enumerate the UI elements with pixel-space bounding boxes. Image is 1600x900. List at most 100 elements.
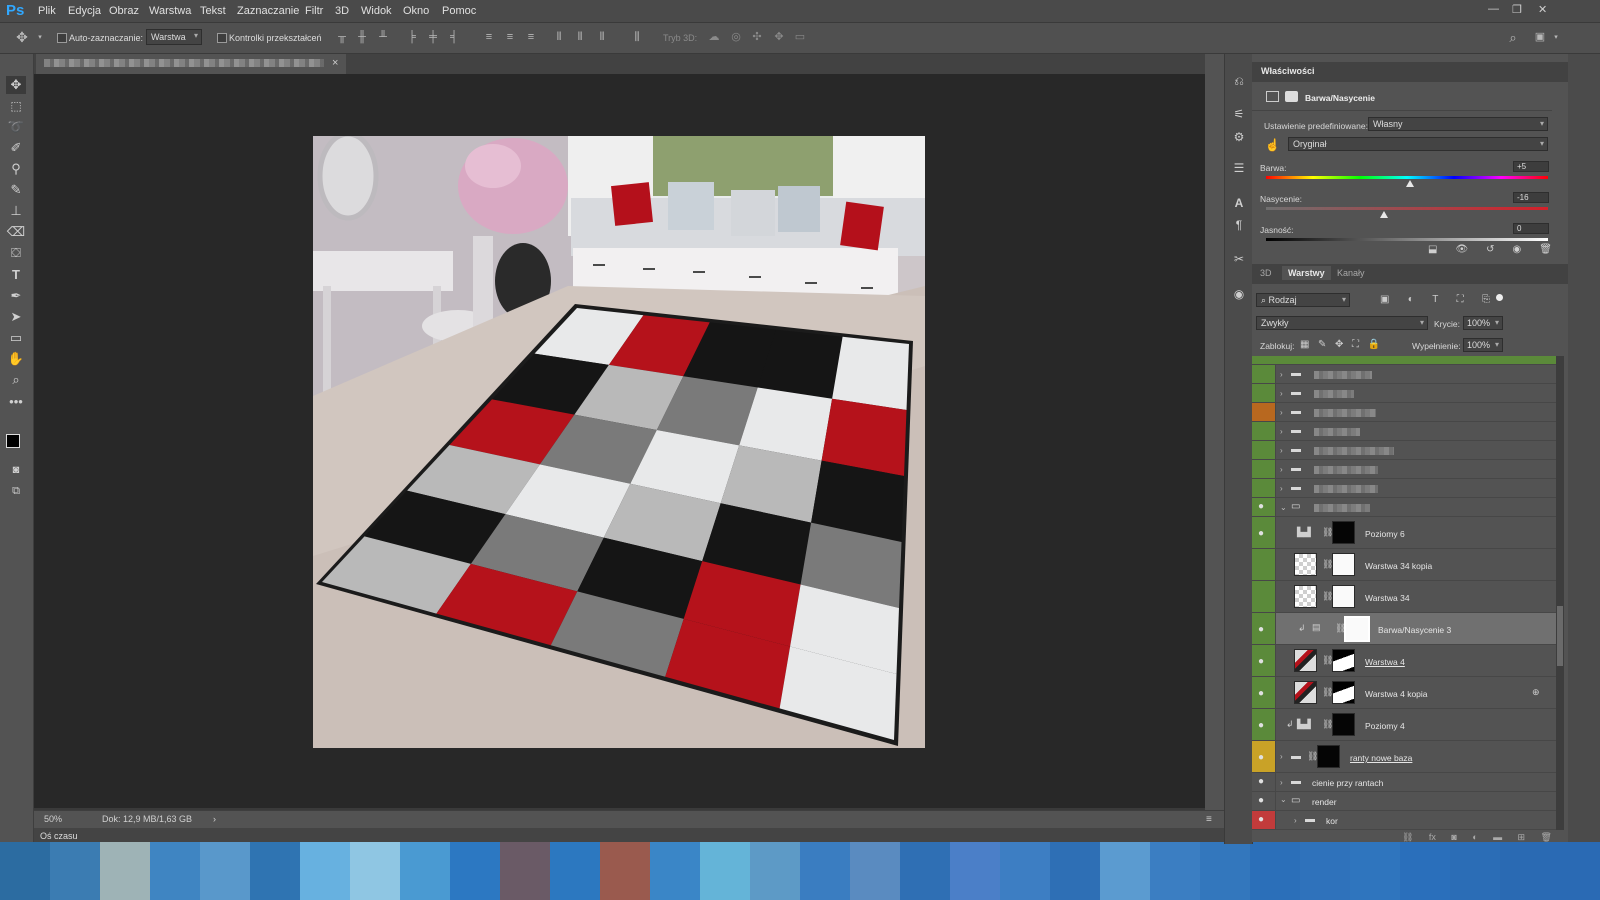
panel-menu-icon[interactable]: ≡ xyxy=(1206,814,1212,825)
status-menu-arrow-icon[interactable]: › xyxy=(213,814,216,824)
layer-label-green[interactable] xyxy=(1252,479,1276,497)
chevron-right-icon[interactable]: › xyxy=(1294,816,1297,825)
layer-row[interactable]: ● ▙▟ ⛓ Poziomy 6 xyxy=(1252,517,1556,549)
layer-mask-thumbnail[interactable] xyxy=(1332,681,1355,704)
fx-icon[interactable]: fx xyxy=(1429,832,1436,843)
lightness-slider[interactable] xyxy=(1266,238,1548,241)
layer-label-none[interactable]: ● xyxy=(1252,773,1276,791)
align-left-icon[interactable]: ╞ xyxy=(406,32,418,43)
layer-label-red[interactable]: ● xyxy=(1252,811,1276,829)
layer-name[interactable]: Warstwa 34 kopia xyxy=(1365,561,1432,571)
tab-channels[interactable]: Kanały xyxy=(1337,268,1365,278)
layer-mask-thumbnail[interactable] xyxy=(1332,585,1355,608)
menu-edycja[interactable]: Edycja xyxy=(68,5,101,17)
layer-row[interactable]: ● ↲ ▙▟ ⛓ Poziomy 4 xyxy=(1252,709,1556,741)
screen-mode-icon[interactable]: ⧉ xyxy=(6,482,26,500)
eye-icon[interactable]: ● xyxy=(1258,656,1264,667)
zoom-tool-icon[interactable]: ⌕ xyxy=(6,371,26,389)
layer-thumbnail[interactable] xyxy=(1294,681,1317,704)
marquee-tool-icon[interactable]: ⬚ xyxy=(6,97,26,115)
new-adjustment-icon[interactable]: ◐ xyxy=(1472,832,1477,843)
brush-tool-icon[interactable]: ✎ xyxy=(6,181,26,199)
paint-bucket-tool-icon[interactable]: ⛋ xyxy=(6,244,26,262)
layer-name[interactable]: Barwa/Nasycenie 3 xyxy=(1378,625,1451,635)
transform-controls-checkbox[interactable] xyxy=(217,33,227,43)
eye-icon[interactable]: ● xyxy=(1258,624,1264,635)
filter-adjustment-icon[interactable]: ◐ xyxy=(1408,294,1414,305)
workspace-icon[interactable]: ▣ xyxy=(1534,32,1546,43)
layer-label-green[interactable]: ● xyxy=(1252,709,1276,740)
pen-tool-icon[interactable]: ✒ xyxy=(6,287,26,305)
foreground-color-swatch[interactable] xyxy=(6,434,20,448)
layer-name[interactable]: Warstwa 4 kopia xyxy=(1365,689,1428,699)
layer-name[interactable]: Warstwa 4 xyxy=(1365,657,1405,667)
view-previous-icon[interactable]: 👁 xyxy=(1455,244,1468,258)
layer-row-folder-blurred[interactable]: › ▬ xyxy=(1252,479,1556,498)
path-select-tool-icon[interactable]: ➤ xyxy=(6,308,26,326)
layer-name[interactable]: Poziomy 6 xyxy=(1365,529,1405,539)
menu-warstwa[interactable]: Warstwa xyxy=(149,5,191,17)
restore-button[interactable]: ❐ xyxy=(1512,3,1522,16)
menu-zaznaczanie[interactable]: Zaznaczanie xyxy=(237,5,299,17)
align-vcenter-icon[interactable]: ╫ xyxy=(356,32,368,43)
menu-filtr[interactable]: Filtr xyxy=(305,5,323,17)
layer-label-green[interactable] xyxy=(1252,384,1276,402)
layer-row[interactable]: ⛓ Warstwa 34 kopia xyxy=(1252,549,1556,581)
filter-smart-icon[interactable]: ⎘ xyxy=(1482,294,1490,305)
menu-3d[interactable]: 3D xyxy=(335,5,349,17)
layer-row-folder-blurred[interactable] xyxy=(1252,356,1556,365)
menu-tekst[interactable]: Tekst xyxy=(200,5,226,17)
layer-label-green[interactable] xyxy=(1252,441,1276,459)
layer-row[interactable]: ● ⛓ Warstwa 4 kopia ⊕ xyxy=(1252,677,1556,709)
layer-label-green[interactable]: ● xyxy=(1252,517,1276,548)
saturation-slider-thumb[interactable] xyxy=(1380,211,1389,218)
channel-dropdown[interactable]: Oryginał ▾ xyxy=(1288,137,1548,151)
auto-select-checkbox[interactable] xyxy=(57,33,67,43)
3d-slide-icon[interactable]: ✥ xyxy=(773,32,785,43)
chevron-right-icon[interactable]: › xyxy=(1280,752,1283,761)
layer-thumbnail[interactable] xyxy=(1294,649,1317,672)
eye-icon[interactable]: ● xyxy=(1258,814,1264,825)
chevron-right-icon[interactable]: › xyxy=(1280,446,1283,455)
chevron-right-icon[interactable]: › xyxy=(1280,408,1283,417)
filter-pixel-icon[interactable]: ▣ xyxy=(1380,294,1389,305)
3d-orbit-icon[interactable]: ☁ xyxy=(708,32,720,43)
layer-name[interactable]: cienie przy rantach xyxy=(1312,778,1383,788)
clone-stamp-tool-icon[interactable]: ⊥ xyxy=(6,202,26,220)
workspace-chevron-icon[interactable]: ▾ xyxy=(1550,32,1562,43)
search-icon[interactable]: ⌕ xyxy=(1507,31,1519,44)
auto-align-icon[interactable]: ⫼ xyxy=(631,32,643,43)
lock-position-icon[interactable]: ✥ xyxy=(1335,339,1343,350)
chevron-down-icon[interactable]: ⌄ xyxy=(1280,795,1287,804)
close-window-button[interactable]: ✕ xyxy=(1538,3,1547,16)
chevron-right-icon[interactable]: › xyxy=(1280,389,1283,398)
eye-icon[interactable]: ● xyxy=(1258,501,1264,512)
tab-3d[interactable]: 3D xyxy=(1260,268,1272,278)
tab-layers[interactable]: Warstwy xyxy=(1282,266,1331,280)
eye-icon[interactable]: ● xyxy=(1258,720,1264,731)
mask-icon[interactable] xyxy=(1285,91,1298,102)
layer-row[interactable]: ● › ▬ kor xyxy=(1252,811,1556,830)
eye-icon[interactable]: ● xyxy=(1258,688,1264,699)
new-group-icon[interactable]: ▬ xyxy=(1493,832,1502,843)
link-layers-icon[interactable]: ⛓ xyxy=(1402,832,1413,843)
brush-settings-icon[interactable]: ⚟ xyxy=(1232,107,1246,121)
lasso-tool-icon[interactable]: ➰ xyxy=(6,118,26,136)
chevron-right-icon[interactable]: › xyxy=(1280,465,1283,474)
zoom-level[interactable]: 50% xyxy=(44,814,62,824)
add-mask-icon[interactable]: ◙ xyxy=(1451,832,1456,843)
layer-row[interactable]: ● › ▬ ⛓ ranty nowe baza xyxy=(1252,741,1556,773)
layer-row-folder-blurred[interactable]: › ▬ xyxy=(1252,403,1556,422)
layer-label-green[interactable] xyxy=(1252,365,1276,383)
layer-label-green[interactable] xyxy=(1252,581,1276,612)
layer-row[interactable]: ● › ▬ cienie przy rantach xyxy=(1252,773,1556,792)
layer-label-orange[interactable] xyxy=(1252,403,1276,421)
type-tool-icon[interactable]: T xyxy=(6,266,26,284)
trash-icon[interactable]: 🗑 xyxy=(1539,244,1552,258)
timeline-tab[interactable]: Oś czasu xyxy=(40,831,78,841)
reset-icon[interactable]: ↺ xyxy=(1486,244,1494,258)
layer-label-none[interactable]: ● xyxy=(1252,792,1276,810)
lock-all-icon[interactable]: 🔒 xyxy=(1368,339,1380,350)
menu-okno[interactable]: Okno xyxy=(403,5,429,17)
new-layer-icon[interactable]: ⊞ xyxy=(1518,832,1526,843)
